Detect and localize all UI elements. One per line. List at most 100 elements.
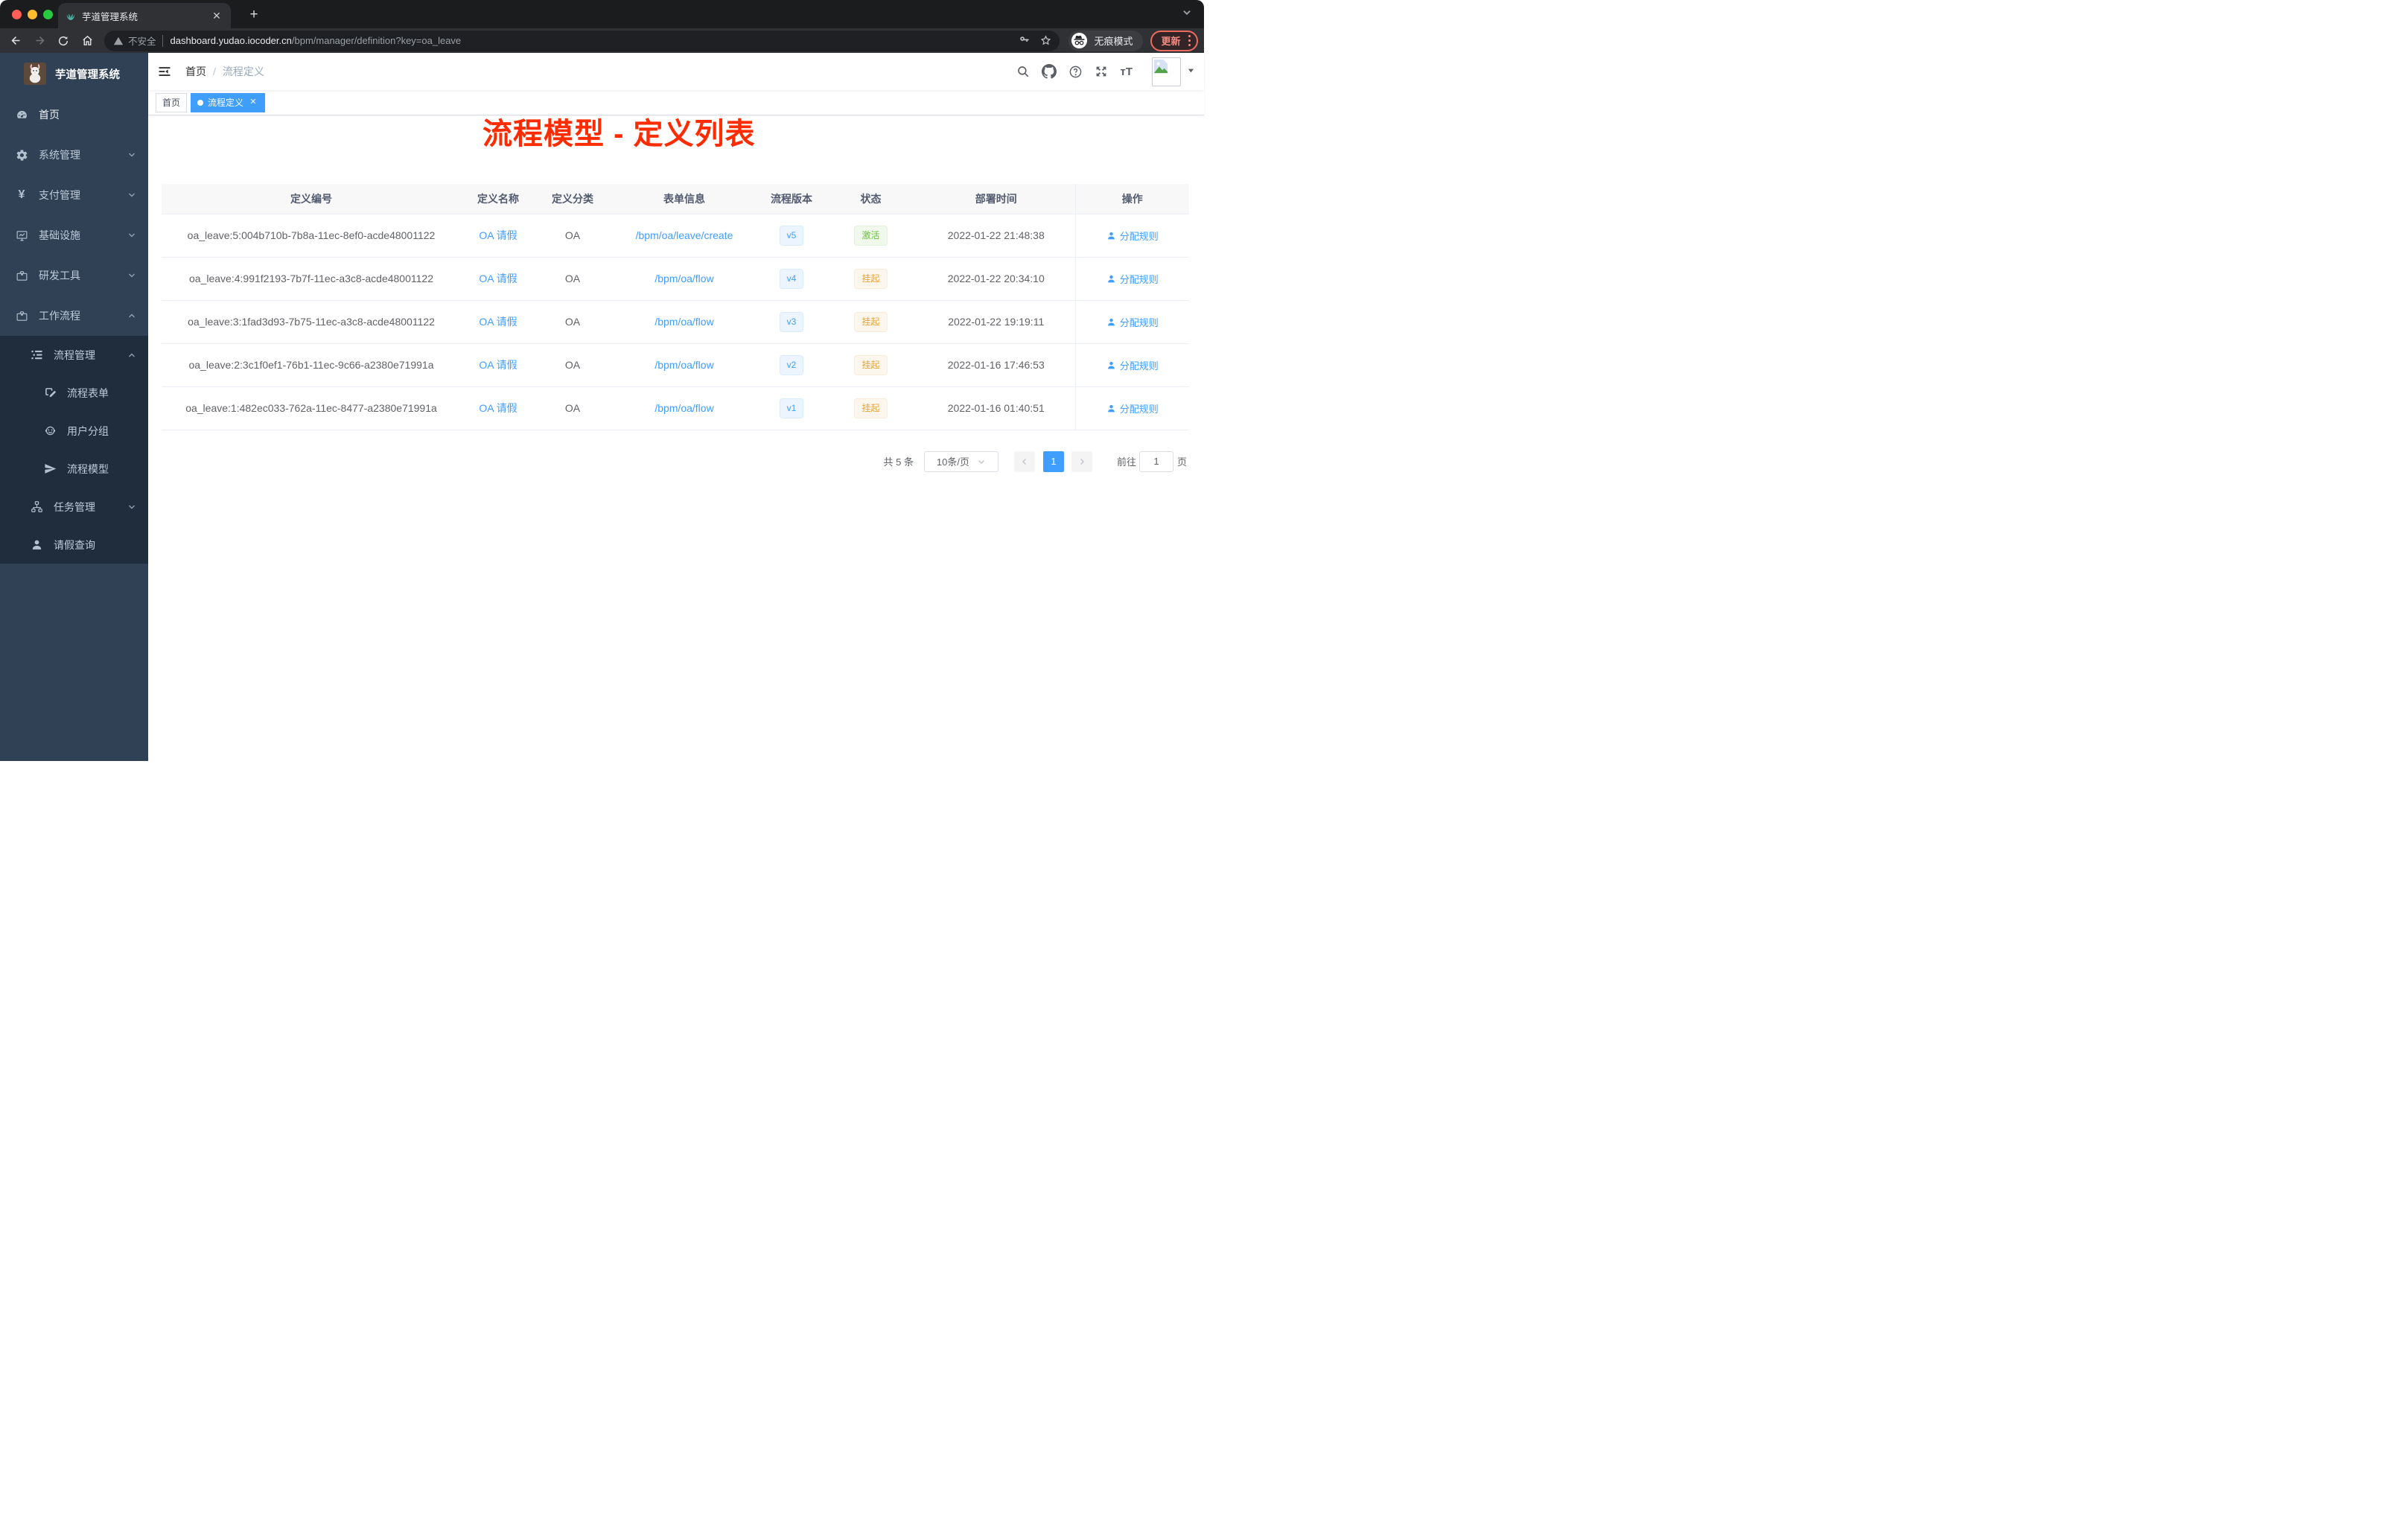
definition-category: OA	[535, 343, 610, 387]
page-size-select[interactable]: 10条/页	[923, 450, 998, 472]
assign-rule-link[interactable]: 分配规则	[1106, 315, 1159, 329]
definition-id: oa_leave:4:991f2193-7b7f-11ec-a3c8-acde4…	[162, 257, 461, 301]
assign-rule-link[interactable]: 分配规则	[1106, 229, 1159, 243]
user-icon	[1106, 274, 1116, 284]
sidebar-item-process-model[interactable]: 流程模型	[0, 450, 148, 488]
form-link[interactable]: /bpm/oa/flow	[654, 359, 713, 371]
column-header: 流程版本	[759, 184, 824, 214]
address-bar[interactable]: 不安全 dashboard.yudao.iocoder.cn/bpm/manag…	[104, 30, 1060, 51]
user-icon	[1106, 404, 1116, 413]
tag-process-definition[interactable]: 流程定义 ✕	[191, 92, 266, 112]
definition-name-link[interactable]: OA 请假	[479, 402, 517, 414]
window-minimize-button[interactable]	[28, 10, 37, 19]
prev-page-button[interactable]	[1013, 450, 1035, 472]
incognito-badge: 无痕模式	[1068, 30, 1144, 51]
definition-name-link[interactable]: OA 请假	[479, 359, 517, 371]
sidebar-item-dev-tools[interactable]: 研发工具	[0, 255, 148, 296]
home-button[interactable]	[77, 31, 97, 51]
sidebar-item-payment[interactable]: ¥ 支付管理	[0, 175, 148, 215]
tag-label: 流程定义	[208, 98, 244, 108]
column-header: 状态	[824, 184, 917, 214]
app-logo-row[interactable]: 芋道管理系统	[0, 53, 148, 95]
definition-name-link[interactable]: OA 请假	[479, 229, 517, 241]
sidebar-item-system[interactable]: 系统管理	[0, 135, 148, 175]
sidebar-item-process-form[interactable]: 流程表单	[0, 374, 148, 412]
sidebar-item-label: 请假查询	[54, 538, 95, 551]
definition-id: oa_leave:3:1fad3d93-7b75-11ec-a3c8-acde4…	[162, 300, 461, 344]
update-button[interactable]: 更新	[1150, 30, 1198, 51]
form-link[interactable]: /bpm/oa/flow	[654, 402, 713, 414]
page-number-button[interactable]: 1	[1042, 450, 1064, 472]
sidebar-item-leave-query[interactable]: 请假查询	[0, 526, 148, 564]
sidebar-item-user-group[interactable]: 用户分组	[0, 412, 148, 450]
tag-close-icon[interactable]: ✕	[248, 98, 258, 108]
deploy-time: 2022-01-16 01:40:51	[917, 386, 1075, 430]
search-icon[interactable]	[1016, 65, 1030, 78]
form-link[interactable]: /bpm/oa/flow	[654, 316, 713, 328]
favicon-plant-icon	[66, 10, 76, 21]
breadcrumb: 首页 / 流程定义	[185, 64, 264, 79]
browser-tab[interactable]: 芋道管理系统 ✕	[58, 3, 231, 28]
tab-close-icon[interactable]: ✕	[210, 9, 223, 22]
breadcrumb-separator: /	[213, 66, 216, 77]
gear-icon	[15, 148, 28, 162]
toolbox-icon	[15, 269, 28, 282]
definition-name-link[interactable]: OA 请假	[479, 316, 517, 328]
window-maximize-button[interactable]	[43, 10, 53, 19]
github-icon[interactable]	[1042, 64, 1057, 79]
browser-menu-kebab-icon[interactable]	[1188, 34, 1191, 47]
breadcrumb-home[interactable]: 首页	[185, 64, 206, 79]
help-icon[interactable]	[1068, 65, 1083, 79]
bookmark-star-icon[interactable]	[1039, 34, 1052, 47]
assign-rule-link[interactable]: 分配规则	[1106, 272, 1159, 286]
table-header: 定义编号 定义名称 定义分类 表单信息 流程版本 状态 部署时间 操作	[162, 184, 1189, 214]
sidebar-item-infrastructure[interactable]: 基础设施	[0, 215, 148, 255]
reload-button[interactable]	[54, 31, 73, 51]
goto-page-input[interactable]	[1138, 450, 1173, 472]
deploy-time: 2022-01-16 17:46:53	[917, 343, 1075, 387]
sidebar-item-label: 基础设施	[39, 229, 80, 241]
tab-title: 芋道管理系统	[82, 11, 138, 22]
chevron-up-icon	[127, 311, 136, 320]
avatar-caret-down-icon[interactable]	[1187, 65, 1195, 78]
tag-home[interactable]: 首页	[156, 92, 188, 112]
hamburger-icon[interactable]	[148, 53, 179, 90]
table-row: oa_leave:3:1fad3d93-7b75-11ec-a3c8-acde4…	[162, 300, 1189, 344]
column-header: 定义名称	[461, 184, 535, 214]
sidebar-item-home[interactable]: 首页	[0, 95, 148, 135]
sidebar-item-workflow[interactable]: 工作流程	[0, 296, 148, 336]
avatar[interactable]	[1152, 57, 1181, 86]
back-button[interactable]	[6, 31, 25, 51]
assign-rule-link[interactable]: 分配规则	[1106, 401, 1159, 415]
column-header: 操作	[1074, 184, 1189, 214]
incognito-icon	[1071, 32, 1088, 49]
form-link[interactable]: /bpm/oa/flow	[654, 273, 713, 284]
app-logo-rabbit	[24, 63, 46, 85]
not-secure-label[interactable]: 不安全	[128, 34, 156, 48]
sidebar: 芋道管理系统 首页 系统管理 ¥ 支付管理基础设施研发工具 工作流程 流程管理 流程表单 用户…	[0, 53, 148, 761]
active-dot-icon	[197, 99, 204, 106]
key-icon[interactable]	[1018, 34, 1031, 47]
form-link[interactable]: /bpm/oa/leave/create	[636, 229, 733, 241]
font-size-icon[interactable]: ᴛT	[1120, 66, 1133, 78]
tab-search-chevron-icon[interactable]	[1182, 7, 1192, 22]
status-badge: 激活	[854, 225, 888, 246]
fullscreen-icon[interactable]	[1095, 65, 1108, 78]
table-row: oa_leave:2:3c1f0ef1-76b1-11ec-9c66-a2380…	[162, 343, 1189, 387]
browser-window: 芋道管理系统 ✕ + 不安全 dashboard.yudao.iocoder.c…	[0, 0, 1204, 761]
definition-name-link[interactable]: OA 请假	[479, 273, 517, 284]
column-header: 定义分类	[535, 184, 610, 214]
sidebar-item-task-mgmt[interactable]: 任务管理	[0, 488, 148, 526]
next-page-button[interactable]	[1071, 450, 1092, 472]
assign-rule-link[interactable]: 分配规则	[1106, 358, 1159, 372]
sidebar-item-process-mgmt[interactable]: 流程管理	[0, 336, 148, 374]
new-tab-button[interactable]: +	[244, 5, 264, 25]
deploy-time: 2022-01-22 20:34:10	[917, 257, 1075, 301]
chevron-down-icon	[127, 271, 136, 280]
app-root: 芋道管理系统 首页 系统管理 ¥ 支付管理 基础设施 研发工具 工作流程 流程管理 流程表单 用户…	[0, 53, 1204, 761]
forward-button[interactable]	[30, 31, 49, 51]
column-header: 部署时间	[917, 184, 1075, 214]
definition-category: OA	[535, 300, 610, 344]
window-close-button[interactable]	[12, 10, 22, 19]
url-text[interactable]: dashboard.yudao.iocoder.cn/bpm/manager/d…	[171, 35, 1013, 46]
